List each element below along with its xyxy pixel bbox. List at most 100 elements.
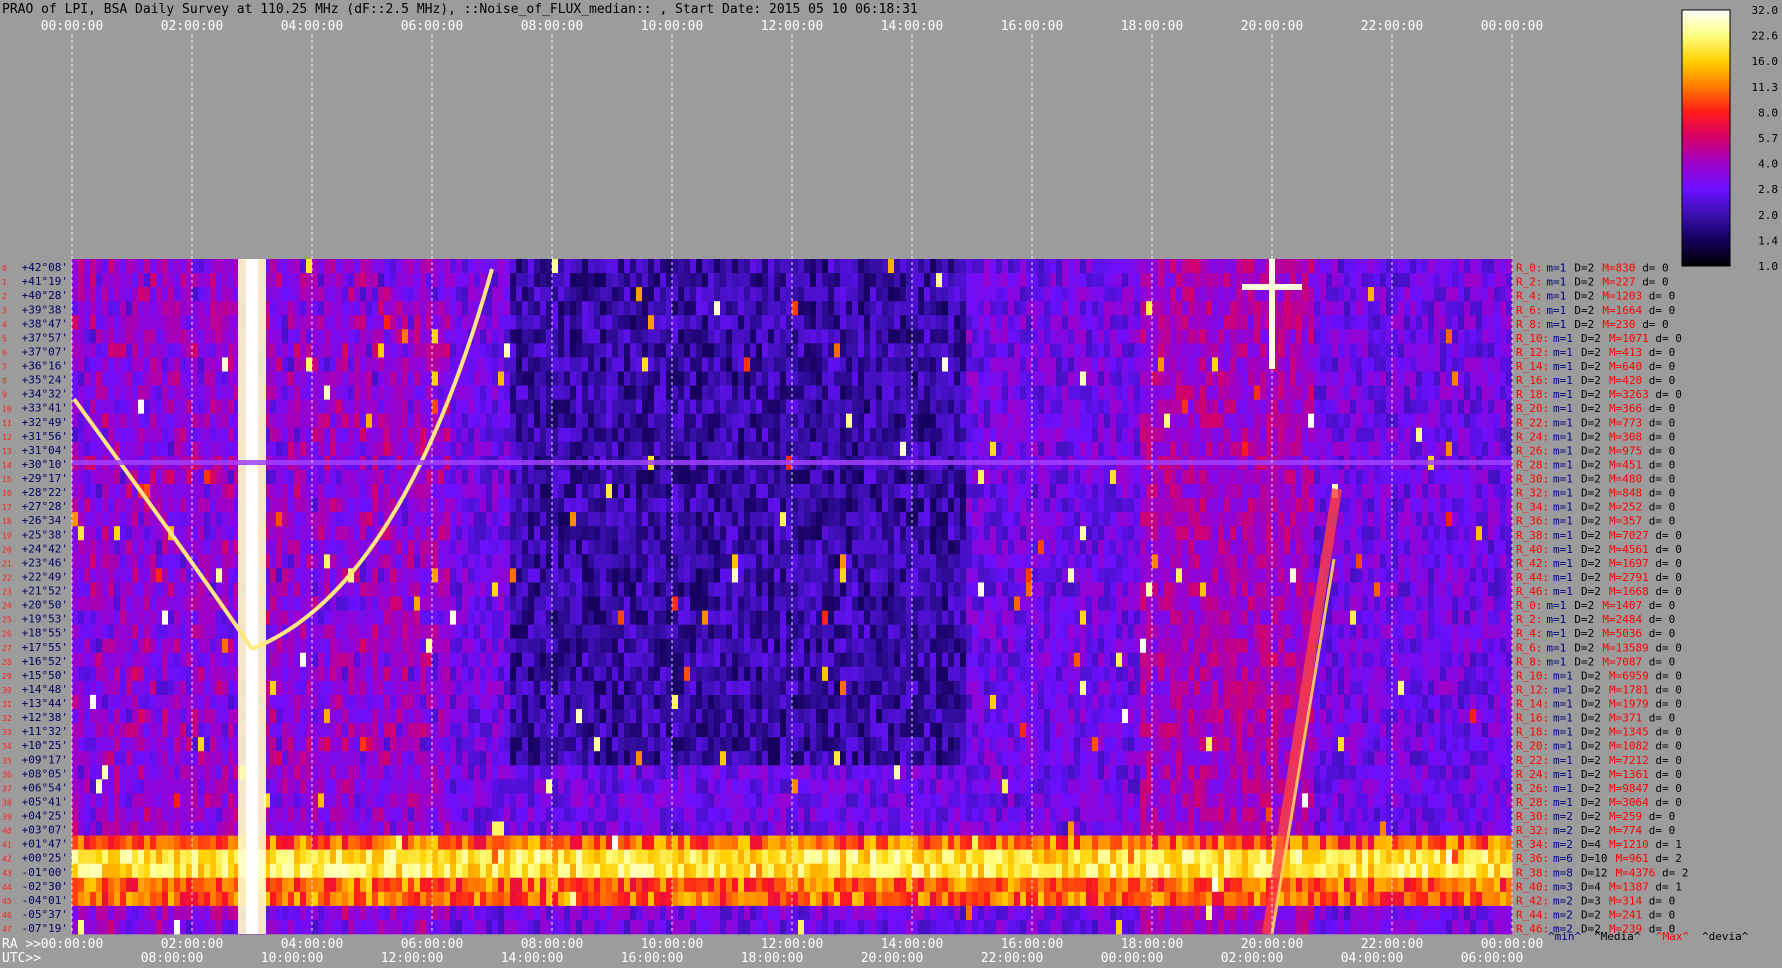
heatmap-cell <box>786 329 793 344</box>
heatmap-cell <box>456 287 463 302</box>
heatmap-cell <box>1038 441 1045 457</box>
heatmap-cell <box>1098 315 1105 330</box>
heatmap-cell <box>912 329 919 344</box>
heatmap-cell <box>900 512 907 527</box>
heatmap-cell <box>516 512 523 527</box>
heatmap-cell <box>1200 469 1207 485</box>
heatmap-cell <box>1236 259 1243 274</box>
heatmap-cell <box>1344 427 1351 443</box>
heatmap-cell <box>1326 371 1333 386</box>
heatmap-cell <box>1092 259 1099 274</box>
heatmap-cell <box>504 273 511 288</box>
heatmap-cell <box>1110 329 1117 344</box>
heatmap-cell <box>762 526 769 541</box>
heatmap-cell <box>1392 484 1399 499</box>
heatmap-cell <box>882 413 889 429</box>
heatmap-cell <box>1482 413 1489 429</box>
heatmap-cell <box>1350 371 1357 386</box>
heatmap-cell <box>462 540 469 555</box>
heatmap-cell <box>174 371 181 386</box>
heatmap-cell <box>1056 413 1063 429</box>
heatmap-cell <box>1068 540 1075 555</box>
heatmap-cell <box>1014 329 1021 344</box>
heatmap-cell <box>954 287 961 302</box>
heatmap-cell <box>666 399 673 414</box>
heatmap-cell <box>756 357 763 372</box>
heatmap-cell <box>342 343 349 358</box>
heatmap-cell <box>1104 357 1111 372</box>
heatmap-cell <box>1200 399 1207 414</box>
heatmap-cell <box>414 343 421 358</box>
heatmap-cell <box>504 287 511 302</box>
heatmap-cell <box>600 484 607 499</box>
heatmap-cell <box>438 273 445 288</box>
heatmap-cell <box>1182 273 1189 288</box>
heatmap-cell <box>954 399 961 414</box>
heatmap-cell <box>1428 301 1435 316</box>
heatmap-cell <box>1362 259 1369 274</box>
heatmap-cell <box>456 315 463 330</box>
heatmap-cell <box>1032 413 1039 429</box>
heatmap-cell <box>1374 427 1381 443</box>
heatmap-cell <box>534 315 541 330</box>
heatmap-cell <box>1458 469 1465 485</box>
heatmap-cell <box>954 371 961 386</box>
heatmap-cell <box>1506 498 1513 513</box>
heatmap-cell <box>1008 301 1015 316</box>
heatmap-cell <box>1404 413 1411 429</box>
heatmap-cell <box>414 329 421 344</box>
heatmap-cell <box>876 540 883 555</box>
heatmap-cell <box>1050 371 1057 386</box>
heatmap-cell <box>768 469 775 485</box>
heatmap-cell <box>540 399 547 414</box>
heatmap-cell <box>1248 301 1255 316</box>
heatmap-cell <box>1146 273 1153 288</box>
heatmap-cell <box>834 540 841 555</box>
heatmap-cell <box>1404 315 1411 330</box>
heatmap-cell <box>510 413 517 429</box>
heatmap-cell <box>1302 498 1309 513</box>
heatmap-cell <box>1110 399 1117 414</box>
heatmap-cell <box>918 343 925 358</box>
heatmap-cell <box>1362 371 1369 386</box>
heatmap-cell <box>312 469 319 485</box>
heatmap-cell <box>720 526 727 541</box>
heatmap-cell <box>996 484 1003 499</box>
heatmap-cell <box>120 385 127 400</box>
heatmap-cell <box>1440 343 1447 358</box>
heatmap-cell <box>1398 371 1405 386</box>
heatmap-cell <box>348 315 355 330</box>
heatmap-cell <box>846 301 853 316</box>
heatmap-cell <box>786 259 793 274</box>
heatmap-cell <box>564 469 571 485</box>
heatmap-cell <box>78 427 85 443</box>
heatmap-cell <box>216 427 223 443</box>
heatmap-cell <box>1320 469 1327 485</box>
heatmap-cell <box>1080 371 1087 386</box>
heatmap-cell <box>702 526 709 541</box>
heatmap-cell <box>438 526 445 541</box>
heatmap-cell <box>162 413 169 429</box>
heatmap-cell <box>708 273 715 288</box>
heatmap-cell <box>570 512 577 527</box>
heatmap-cell <box>528 540 535 555</box>
heatmap-cell <box>750 371 757 386</box>
heatmap-cell <box>1044 371 1051 386</box>
heatmap-cell <box>720 441 727 457</box>
heatmap-cell <box>330 315 337 330</box>
heatmap-cell <box>990 469 997 485</box>
heatmap-cell <box>1182 526 1189 541</box>
heatmap-cell <box>1482 526 1489 541</box>
heatmap-cell <box>150 469 157 485</box>
heatmap-cell <box>282 329 289 344</box>
heatmap-cell <box>960 357 967 372</box>
heatmap-cell <box>1368 329 1375 344</box>
heatmap-cell <box>84 441 91 457</box>
heatmap-cell <box>966 540 973 555</box>
heatmap-cell <box>498 441 505 457</box>
heatmap-cell <box>1044 315 1051 330</box>
heatmap-cell <box>1212 498 1219 513</box>
heatmap-cell <box>1314 385 1321 400</box>
heatmap-cell <box>1452 259 1459 274</box>
heatmap-cell <box>780 357 787 372</box>
